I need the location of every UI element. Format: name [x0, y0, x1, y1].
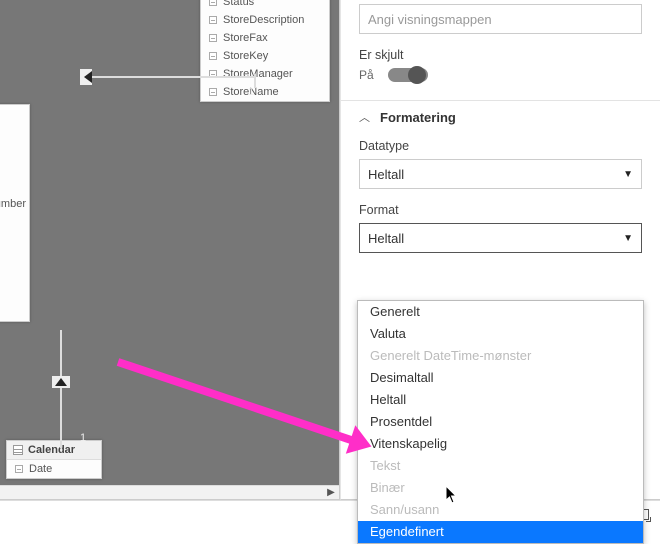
dropdown-option[interactable]: Generelt — [358, 301, 643, 323]
table-row: StoreKey — [201, 47, 329, 65]
dropdown-option[interactable]: Vitenskapelig — [358, 433, 643, 455]
table-row: egory — [0, 123, 29, 141]
select-value: Heltall — [368, 167, 404, 182]
scroll-right-icon[interactable]: ▶ — [325, 487, 337, 499]
toggle-knob-icon — [408, 66, 426, 84]
relationship-line[interactable] — [254, 74, 256, 88]
relationship-line[interactable] — [60, 330, 62, 448]
table-row: StoreName — [201, 83, 329, 101]
dropdown-option[interactable]: Heltall — [358, 389, 643, 411]
dropdown-option: Sann/usann — [358, 499, 643, 521]
table-row: StoreFax — [201, 29, 329, 47]
column-icon — [209, 0, 217, 6]
divider — [341, 100, 660, 101]
table-row: ht — [0, 213, 29, 231]
table-row: or — [0, 159, 29, 177]
dropdown-option[interactable]: Valuta — [358, 323, 643, 345]
caret-down-icon: ▼ — [623, 233, 633, 244]
relationship-cardinality: 1 — [80, 432, 86, 444]
dropdown-option: Tekst — [358, 455, 643, 477]
column-icon — [209, 88, 217, 96]
table-row: l — [0, 249, 29, 267]
table-row: tomerAccountNumber — [0, 195, 29, 213]
relationship-arrow-icon — [55, 378, 67, 386]
table-row: ufacturer — [0, 231, 29, 249]
table-card-left[interactable]: d Name egory s or ntry tomerAccountNumbe… — [0, 104, 30, 322]
table-row: tID — [0, 285, 29, 303]
display-folder-input[interactable]: Angi visningsmappen — [359, 4, 642, 34]
formatting-group-header[interactable]: ︿ Formatering — [359, 109, 642, 125]
model-canvas[interactable]: Status StoreDescription StoreFax StoreKe… — [0, 0, 340, 500]
datatype-select[interactable]: Heltall ▼ — [359, 159, 642, 189]
format-dropdown[interactable]: GenereltValutaGenerelt DateTime-mønsterD… — [357, 300, 644, 544]
dropdown-option: Generelt DateTime-mønster — [358, 345, 643, 367]
dropdown-option[interactable]: Prosentdel — [358, 411, 643, 433]
table-card-stores[interactable]: Status StoreDescription StoreFax StoreKe… — [200, 0, 330, 102]
table-row: StoreDescription — [201, 11, 329, 29]
relationship-cardinality: 1 — [248, 86, 254, 98]
toggle-value: På — [359, 68, 374, 82]
table-row: s — [0, 141, 29, 159]
datatype-label: Datatype — [359, 139, 642, 153]
placeholder-text: Angi visningsmappen — [368, 12, 492, 27]
table-row: d Name — [0, 105, 29, 123]
table-card-calendar[interactable]: Calendar Date — [6, 440, 102, 479]
column-icon — [209, 52, 217, 60]
column-icon — [15, 465, 23, 473]
table-icon — [13, 445, 23, 455]
table-row: Date — [7, 460, 101, 478]
column-icon — [209, 34, 217, 42]
table-header: Calendar — [7, 441, 101, 460]
format-label: Format — [359, 203, 642, 217]
format-select[interactable]: Heltall ▼ — [359, 223, 642, 253]
table-row: ntry — [0, 177, 29, 195]
is-hidden-label: Er skjult — [359, 48, 642, 62]
table-row: StoreManager — [201, 65, 329, 83]
select-value: Heltall — [368, 231, 404, 246]
canvas-horizontal-scrollbar[interactable]: ▶ — [0, 485, 339, 499]
group-title: Formatering — [380, 110, 456, 125]
chevron-up-icon: ︿ — [359, 109, 370, 125]
dropdown-option[interactable]: Egendefinert — [358, 521, 643, 543]
table-row: ductDescription — [0, 303, 29, 321]
column-icon — [209, 16, 217, 24]
table-row: erDate — [0, 267, 29, 285]
dropdown-option[interactable]: Desimaltall — [358, 367, 643, 389]
is-hidden-toggle[interactable] — [388, 68, 428, 82]
relationship-arrow-icon — [84, 71, 92, 83]
caret-down-icon: ▼ — [623, 169, 633, 180]
relationship-line[interactable] — [86, 76, 256, 78]
table-row: Status — [201, 0, 329, 11]
dropdown-option: Binær — [358, 477, 643, 499]
